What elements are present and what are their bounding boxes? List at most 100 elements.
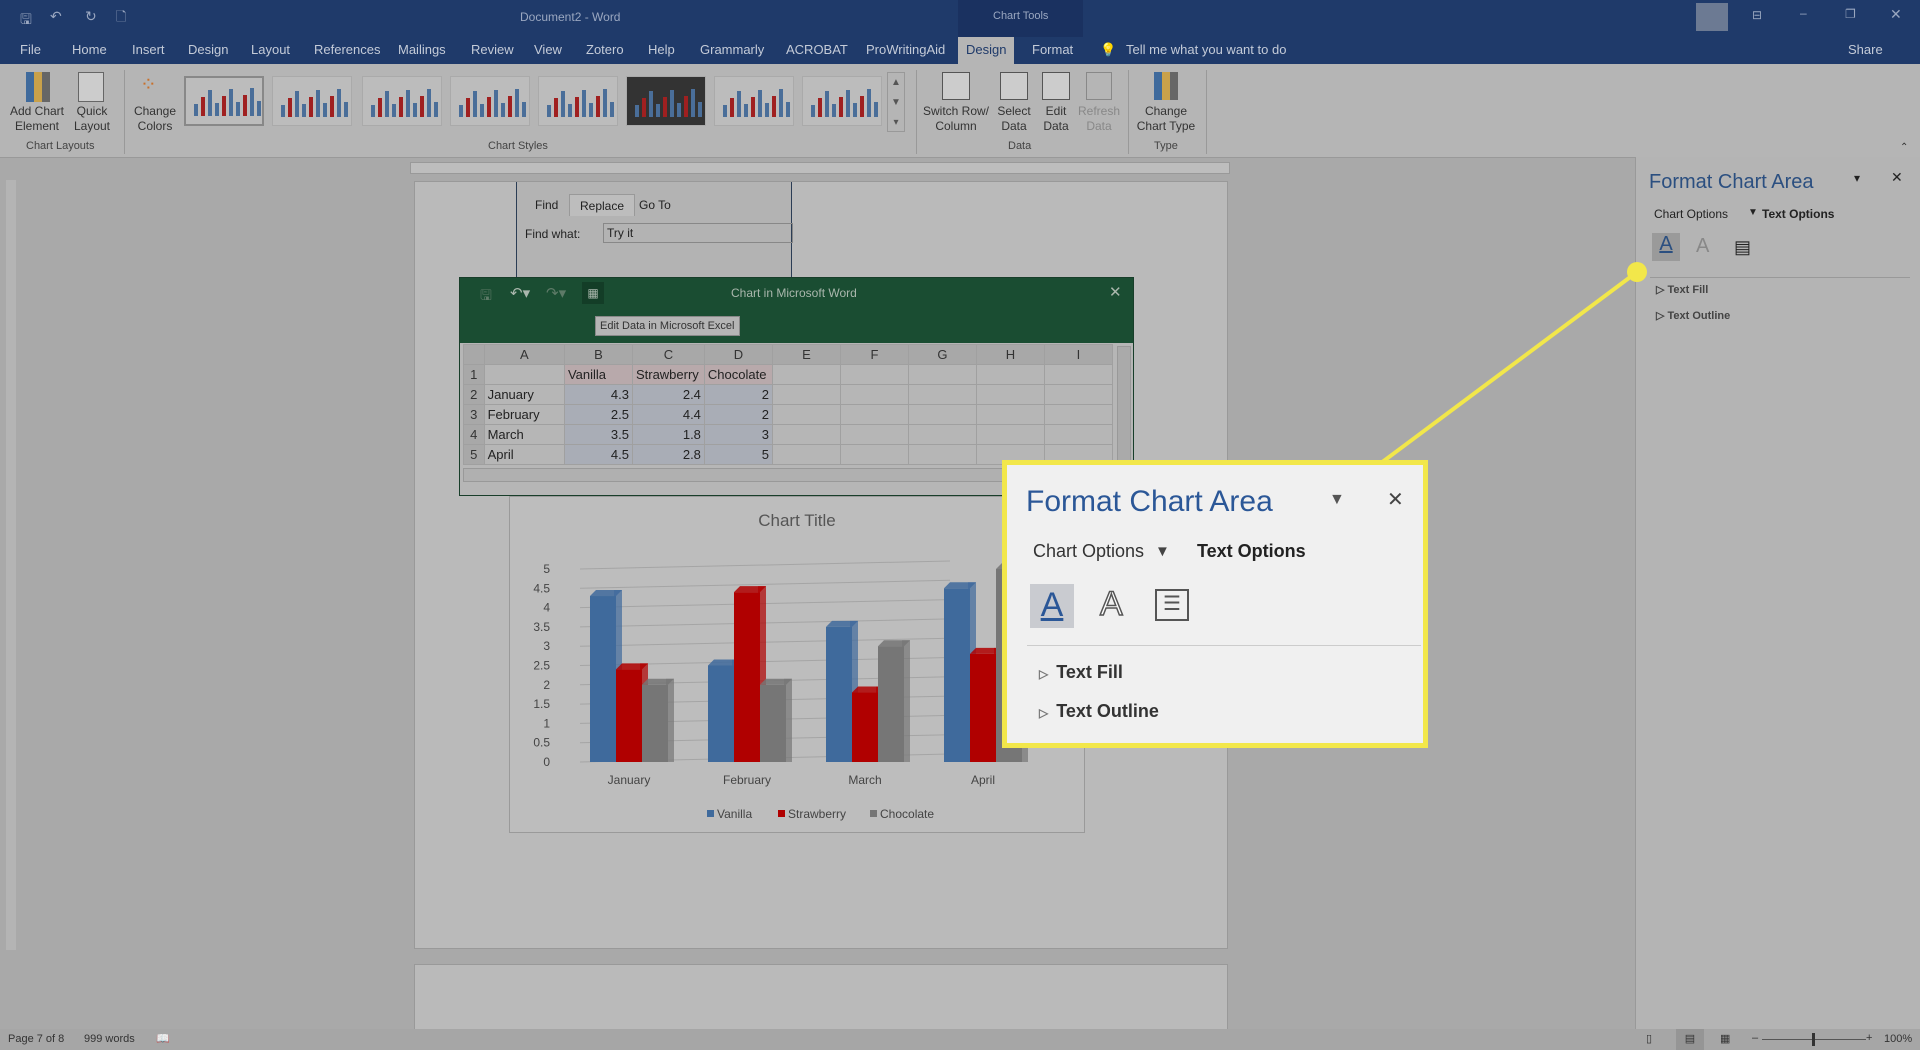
row-header[interactable]: 5 bbox=[463, 444, 485, 465]
edit-in-excel-icon[interactable]: ▦ bbox=[582, 282, 604, 304]
text-options-tab[interactable]: Text Options bbox=[1762, 207, 1834, 221]
column-header[interactable]: G bbox=[907, 344, 977, 365]
column-header[interactable]: A bbox=[483, 344, 565, 365]
text-effects-icon[interactable]: A bbox=[1696, 235, 1709, 258]
undo-icon[interactable]: ↶▾ bbox=[510, 284, 530, 302]
cell[interactable] bbox=[907, 444, 977, 465]
tell-me-search[interactable]: Tell me what you want to do bbox=[1126, 42, 1286, 57]
zoom-slider-thumb[interactable] bbox=[1812, 1033, 1815, 1046]
chart-style-thumbnail[interactable] bbox=[184, 76, 264, 126]
column-header[interactable]: C bbox=[631, 344, 705, 365]
cell[interactable]: January bbox=[483, 384, 565, 405]
cell[interactable] bbox=[771, 384, 841, 405]
cell[interactable]: 4.5 bbox=[563, 444, 633, 465]
undo-icon[interactable]: ↶ bbox=[50, 8, 62, 25]
tab-chart-format[interactable]: Format bbox=[1032, 42, 1073, 57]
redo-icon[interactable]: ↻ bbox=[85, 8, 97, 25]
cell[interactable] bbox=[771, 444, 841, 465]
cell[interactable]: 4.4 bbox=[631, 404, 705, 425]
cell[interactable] bbox=[1043, 424, 1114, 445]
restore-button[interactable]: ❐ bbox=[1845, 7, 1856, 21]
tab-mailings[interactable]: Mailings bbox=[398, 42, 446, 57]
cell[interactable] bbox=[839, 364, 909, 385]
tab-help[interactable]: Help bbox=[648, 42, 675, 57]
tab-grammarly[interactable]: Grammarly bbox=[700, 42, 764, 57]
row-header[interactable]: 3 bbox=[463, 404, 485, 425]
web-layout-icon[interactable]: ▦ bbox=[1720, 1032, 1730, 1045]
zoom-level[interactable]: 100% bbox=[1884, 1033, 1912, 1045]
quick-layout-button[interactable]: Quick Layout bbox=[68, 104, 116, 134]
cell[interactable]: Strawberry bbox=[631, 364, 705, 385]
tab-insert[interactable]: Insert bbox=[132, 42, 165, 57]
pane-options-icon[interactable]: ▾ bbox=[1854, 171, 1860, 185]
select-data-button[interactable]: Select Data bbox=[994, 104, 1034, 134]
cell[interactable]: April bbox=[483, 444, 565, 465]
zoom-in-icon[interactable]: + bbox=[1866, 1032, 1872, 1044]
cell[interactable]: 2 bbox=[703, 404, 773, 425]
chart-style-thumbnail[interactable] bbox=[450, 76, 530, 126]
tab-zotero[interactable]: Zotero bbox=[586, 42, 624, 57]
zoom-out-icon[interactable]: – bbox=[1752, 1032, 1758, 1044]
cell[interactable] bbox=[975, 404, 1045, 425]
cell[interactable] bbox=[1043, 364, 1114, 385]
text-outline-section[interactable]: ▷ Text Outline bbox=[1656, 309, 1730, 322]
page-count[interactable]: Page 7 of 8 bbox=[8, 1033, 64, 1045]
close-button[interactable]: ✕ bbox=[1890, 6, 1902, 23]
change-chart-type-button[interactable]: Change Chart Type bbox=[1134, 104, 1198, 134]
cell[interactable] bbox=[839, 444, 909, 465]
column-header[interactable]: H bbox=[975, 344, 1045, 365]
gallery-scroll[interactable]: ▲ ▼ ▾ bbox=[887, 72, 905, 132]
minimize-button[interactable]: – bbox=[1800, 6, 1807, 20]
select-all-corner[interactable] bbox=[463, 344, 485, 365]
row-header[interactable]: 2 bbox=[463, 384, 485, 405]
find-tab[interactable]: Find bbox=[525, 194, 568, 216]
text-fill-section[interactable]: ▷ Text Fill bbox=[1656, 283, 1708, 296]
cell[interactable]: Chocolate bbox=[703, 364, 773, 385]
cell[interactable]: 3.5 bbox=[563, 424, 633, 445]
chevron-down-icon[interactable]: ▼ bbox=[1748, 207, 1758, 218]
tab-view[interactable]: View bbox=[534, 42, 562, 57]
word-count[interactable]: 999 words bbox=[84, 1033, 135, 1045]
cell[interactable]: 1.8 bbox=[631, 424, 705, 445]
cell[interactable] bbox=[483, 364, 565, 385]
cell[interactable]: 2.4 bbox=[631, 384, 705, 405]
column-header[interactable]: I bbox=[1043, 344, 1114, 365]
close-icon[interactable]: ✕ bbox=[1109, 283, 1122, 301]
goto-tab[interactable]: Go To bbox=[629, 194, 681, 216]
edit-data-button[interactable]: Edit Data bbox=[1036, 104, 1076, 134]
add-chart-element-button[interactable]: Add Chart Element bbox=[6, 104, 68, 134]
chart-style-thumbnail[interactable] bbox=[272, 76, 352, 126]
collapse-ribbon-icon[interactable]: ⌃ bbox=[1900, 142, 1908, 153]
cell[interactable] bbox=[1043, 384, 1114, 405]
column-header[interactable]: B bbox=[563, 344, 633, 365]
cell[interactable]: 2.8 bbox=[631, 444, 705, 465]
save-icon[interactable]: 🖫 bbox=[20, 9, 32, 33]
find-what-input[interactable]: Try it bbox=[603, 223, 793, 243]
cell[interactable] bbox=[839, 384, 909, 405]
cell[interactable]: 5 bbox=[703, 444, 773, 465]
pane-close-icon[interactable]: ✕ bbox=[1891, 169, 1903, 186]
chart-style-thumbnail[interactable] bbox=[802, 76, 882, 126]
cell[interactable]: February bbox=[483, 404, 565, 425]
row-header[interactable]: 4 bbox=[463, 424, 485, 445]
print-layout-icon[interactable]: ▤ bbox=[1676, 1029, 1704, 1050]
vertical-scrollbar[interactable] bbox=[1117, 346, 1131, 466]
read-mode-icon[interactable]: ▯ bbox=[1646, 1032, 1652, 1045]
account-avatar[interactable] bbox=[1696, 3, 1728, 31]
chart-style-thumbnail[interactable] bbox=[626, 76, 706, 126]
cell[interactable] bbox=[907, 384, 977, 405]
cell[interactable]: 4.3 bbox=[563, 384, 633, 405]
row-header[interactable]: 1 bbox=[463, 364, 485, 385]
tab-review[interactable]: Review bbox=[471, 42, 514, 57]
cell[interactable] bbox=[771, 424, 841, 445]
column-header[interactable]: E bbox=[771, 344, 841, 365]
tab-chart-design[interactable]: Design bbox=[958, 37, 1015, 64]
cell[interactable]: 2 bbox=[703, 384, 773, 405]
vertical-ruler[interactable] bbox=[6, 180, 16, 950]
cell[interactable]: Vanilla bbox=[563, 364, 633, 385]
change-colors-button[interactable]: Change Colors bbox=[128, 104, 182, 134]
cell[interactable] bbox=[839, 404, 909, 425]
cell[interactable] bbox=[907, 424, 977, 445]
proofing-icon[interactable]: 📖 bbox=[156, 1032, 170, 1045]
cell[interactable] bbox=[975, 424, 1045, 445]
